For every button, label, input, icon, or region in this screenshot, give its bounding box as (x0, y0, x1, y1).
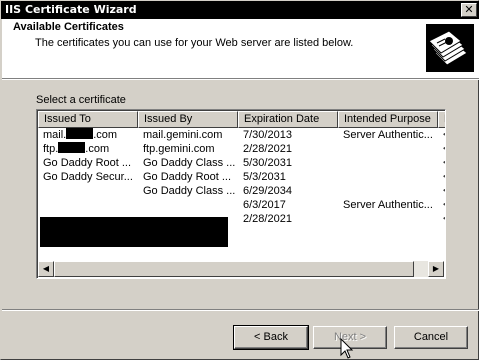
column-header-issued-by[interactable]: Issued By (138, 111, 238, 128)
cell-friendly: < (443, 156, 445, 170)
cell-expiration: 5/3/2031 (243, 171, 286, 183)
redaction-box (58, 142, 86, 153)
cell-purpose: Server Authentic... (343, 129, 433, 141)
window-title: IIS Certificate Wizard (5, 3, 137, 16)
cell-friendly: < (443, 184, 445, 198)
select-certificate-label: Select a certificate (36, 94, 126, 106)
arrow-left-icon: ◀ (42, 264, 50, 273)
cancel-button[interactable]: Cancel (394, 326, 468, 349)
column-headers: Issued To Issued By Expiration Date Inte… (38, 111, 445, 128)
cell-friendly: < (443, 170, 445, 184)
table-row[interactable]: 6/3/2017 Server Authentic... < (38, 198, 445, 212)
cell-expiration: 2/28/2021 (243, 213, 292, 225)
cell-issued-to: ftp. .com (43, 142, 110, 155)
header-divider (2, 79, 479, 80)
column-header-issued-to[interactable]: Issued To (38, 111, 138, 128)
cell-friendly: < (443, 212, 445, 226)
redaction-box (40, 217, 228, 247)
back-button[interactable]: < Back (233, 325, 309, 350)
table-row[interactable]: Go Daddy Root ... Go Daddy Class ... 5/3… (38, 156, 445, 170)
column-header-expiration[interactable]: Expiration Date (238, 111, 338, 128)
certificate-stack-icon (426, 24, 474, 72)
table-row[interactable]: Go Daddy Secur... Go Daddy Root ... 5/3/… (38, 170, 445, 184)
mouse-cursor-icon (340, 338, 354, 359)
cell-friendly: < (443, 142, 445, 156)
cell-expiration: 6/29/2034 (243, 185, 292, 197)
horizontal-scrollbar[interactable]: ◀ ▶ (38, 261, 444, 277)
cell-expiration: 6/3/2017 (243, 199, 286, 211)
scroll-thumb[interactable] (54, 261, 414, 277)
close-button[interactable]: ✕ (461, 3, 477, 17)
cell-issued-to: mail. .com (43, 128, 118, 141)
certificate-list[interactable]: Issued To Issued By Expiration Date Inte… (36, 109, 446, 279)
column-header-friendly[interactable]: F (438, 111, 445, 128)
cell-issued-to: Go Daddy Root ... (43, 157, 132, 169)
table-row[interactable]: ftp..com ftp.gemini.com 2/28/2021 < (38, 142, 445, 156)
cell-expiration: 7/30/2013 (243, 129, 292, 141)
arrow-right-icon: ▶ (432, 264, 440, 273)
cell-issued-by: Go Daddy Class ... (143, 157, 236, 169)
wizard-window: IIS Certificate Wizard ✕ Available Certi… (0, 0, 479, 360)
cell-friendly: < (443, 128, 445, 142)
cell-expiration: 2/28/2021 (243, 143, 292, 155)
column-header-purpose[interactable]: Intended Purpose (338, 111, 438, 128)
cell-issued-to: Go Daddy Secur... (43, 171, 133, 183)
redaction-box (66, 128, 94, 139)
cell-issued-by: Go Daddy Class ... (143, 185, 236, 197)
cell-issued-by: Go Daddy Root ... (143, 171, 232, 183)
certificate-rows: mail. .com mail.gemini.com 7/30/2013 Serv… (38, 128, 445, 247)
page-title: Available Certificates (13, 21, 124, 33)
page-subtitle: The certificates you can use for your We… (35, 37, 354, 49)
footer-divider (2, 309, 479, 311)
cell-expiration: 5/30/2031 (243, 157, 292, 169)
cell-purpose: Server Authentic... (343, 199, 433, 211)
header-panel: Available Certificates The certificates … (2, 19, 479, 79)
cell-friendly: < (443, 198, 445, 212)
cell-issued-by: mail.gemini.com (143, 129, 223, 141)
scroll-right-button[interactable]: ▶ (428, 261, 444, 277)
cell-issued-by: ftp.gemini.com (143, 143, 215, 155)
table-row[interactable]: mail. .com mail.gemini.com 7/30/2013 Serv… (38, 128, 445, 142)
table-row[interactable]: Go Daddy Class ... 6/29/2034 < (38, 184, 445, 198)
close-icon: ✕ (464, 3, 474, 16)
title-bar: IIS Certificate Wizard ✕ (1, 1, 479, 19)
scroll-left-button[interactable]: ◀ (38, 261, 54, 277)
